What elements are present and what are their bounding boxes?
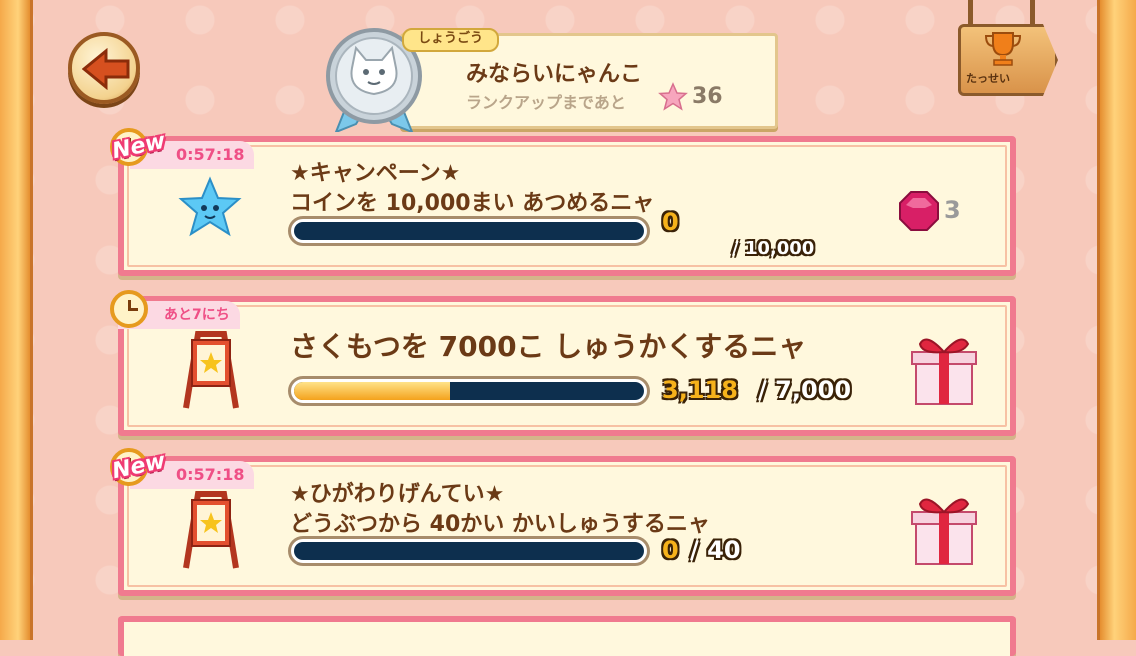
title-tag: しょうごう xyxy=(402,28,500,52)
signboard-icon xyxy=(183,491,239,569)
gift-box-icon[interactable] xyxy=(908,330,980,406)
back-arrow-icon xyxy=(82,48,130,90)
rankup-text: ランクアップまであと xyxy=(466,93,626,112)
progress-current: 3,118 xyxy=(662,376,738,404)
title-name: みならいにゃんこ xyxy=(466,62,643,87)
progress-current: 0 xyxy=(662,208,679,236)
progress-bar xyxy=(288,216,650,246)
progress-total: / 10,000 xyxy=(732,238,815,259)
mission-description: さくもつを 7000こ しゅうかくするニャ xyxy=(290,330,807,363)
blue-star-icon xyxy=(178,176,242,237)
back-button[interactable] xyxy=(68,32,140,104)
mission-title: ★ひがわりげんてい★ xyxy=(290,482,505,507)
progress-total: / 7,000 xyxy=(758,376,852,404)
progress-track xyxy=(294,542,644,560)
progress-current: 0 xyxy=(662,536,679,564)
mission-card-2[interactable] xyxy=(118,296,1016,436)
trophy-icon xyxy=(984,32,1022,66)
signboard-icon xyxy=(183,331,239,409)
pink-star-icon xyxy=(658,82,688,111)
mission-description: コインを 10,000まい あつめるニャ xyxy=(290,191,655,216)
progress-fill xyxy=(294,382,450,400)
mission-title: ★キャンペーン★ xyxy=(290,161,461,186)
progress-track xyxy=(294,222,644,240)
card-inner-border xyxy=(127,305,1007,427)
progress-track xyxy=(294,382,644,400)
gift-box-icon[interactable] xyxy=(908,490,980,566)
reward-count: 3 xyxy=(944,196,961,224)
mission-description: どうぶつから 40かい かいしゅうするニャ xyxy=(290,512,710,537)
progress-bar xyxy=(288,536,650,566)
achievement-label: たっせい xyxy=(966,72,1010,85)
frame-left xyxy=(0,0,33,640)
progress-bar xyxy=(288,376,650,406)
progress-total: / 40 xyxy=(690,536,741,564)
red-gem-icon xyxy=(899,191,939,231)
mission-card-4[interactable] xyxy=(118,616,1016,656)
frame-right xyxy=(1097,0,1136,640)
clock-icon xyxy=(110,290,148,328)
rankup-stars-count: 36 xyxy=(692,84,723,109)
sign-rope-left xyxy=(968,0,973,28)
sign-rope-right xyxy=(1030,0,1035,28)
